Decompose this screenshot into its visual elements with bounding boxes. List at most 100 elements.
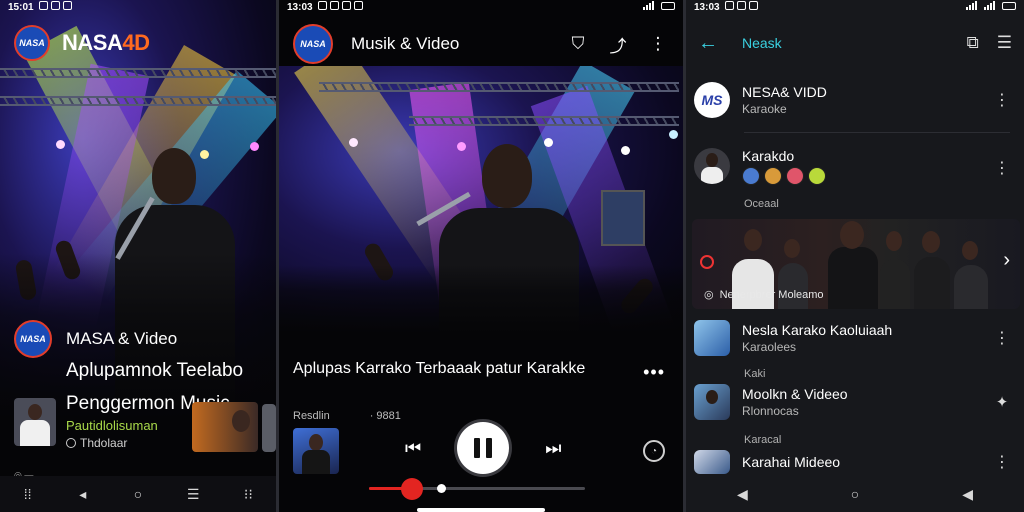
more-options-icon[interactable]: ••• <box>643 362 665 383</box>
item-thumbnail <box>694 384 730 420</box>
next-video-thumbnail[interactable] <box>192 402 258 452</box>
notification-icon <box>749 1 759 10</box>
more-icon[interactable]: ⋮ <box>643 29 673 59</box>
dots-icon[interactable]: ⁞⁞ <box>16 487 40 501</box>
heart-icon <box>786 167 804 185</box>
list-item[interactable]: Karahai Mideeo ⋮ <box>694 450 1010 474</box>
logo-text: NASA <box>19 38 45 48</box>
notification-icon <box>39 1 49 10</box>
download-icon[interactable]: ✦ <box>994 393 1010 411</box>
list-item[interactable]: MS NESA& VIDD Karaoke ⋮ <box>694 82 1010 118</box>
list-item[interactable]: Karakdo ⋮ <box>694 148 1010 185</box>
menu-icon[interactable]: ☰ <box>181 487 205 501</box>
notification-icon <box>737 1 747 10</box>
logo-text: NASA <box>300 39 326 49</box>
app-brand[interactable]: NASA NASA4D <box>14 25 150 61</box>
seek-bar[interactable] <box>369 478 585 500</box>
status-time: 13:03 <box>287 2 313 13</box>
channel-name: MASA & Video <box>66 329 178 348</box>
play-circle-icon: ◎ <box>704 289 714 301</box>
recent-icon[interactable]: ⁝⁝ <box>236 487 260 501</box>
home-indicator[interactable] <box>417 508 545 512</box>
search-query[interactable]: Neask <box>742 35 949 51</box>
player-screen: 13:03 NASA Musik & Video ⛉ ⤴ ⋮ Aplupas K… <box>279 0 683 512</box>
reaction-icons <box>742 167 994 185</box>
previous-icon[interactable]: ⏮ <box>405 438 421 459</box>
bookmark-icon[interactable]: ⛉ <box>563 29 593 59</box>
item-title: Karahai Mideeo <box>742 454 841 470</box>
notification-icon <box>342 1 352 10</box>
meta-text: Thdolaar <box>80 436 128 450</box>
battery-icon <box>661 2 675 10</box>
chevron-right-icon[interactable]: › <box>1003 249 1010 272</box>
search-header: ← Neask ⧉ ☰ <box>698 26 1012 60</box>
back-arrow-icon[interactable]: ← <box>698 32 718 55</box>
star-icon <box>808 167 826 185</box>
channel-avatar: MS <box>694 82 730 118</box>
item-thumbnail <box>694 320 730 356</box>
system-navbar: ⁞⁞ ◂ ○ ☰ ⁝⁝ <box>0 476 276 512</box>
search-screen: 13:03 ← Neask ⧉ ☰ MS NESA& VIDD Karaoke … <box>686 0 1024 512</box>
caption-text: Nenerpbrer Moleamo <box>719 288 824 301</box>
notification-icon <box>725 1 735 10</box>
item-subtitle: Karaolees <box>742 340 797 354</box>
earth-icon <box>742 167 760 185</box>
now-playing-thumbnail[interactable] <box>293 428 339 474</box>
playback-controls: ⏮ ⏭ <box>405 422 561 474</box>
section-label: Oceaal <box>744 198 779 210</box>
item-title: NESA& VIDD <box>742 84 827 100</box>
buffer-marker <box>437 484 447 493</box>
video-player[interactable] <box>279 66 683 350</box>
more-icon[interactable]: ⋮ <box>994 158 1010 178</box>
banner-caption: ◎ Nenerpbrer Moleamo <box>704 288 824 302</box>
brand-name: NASA4D <box>62 30 150 56</box>
back-icon[interactable]: ◂ <box>71 487 95 501</box>
next-icon[interactable]: ⏭ <box>545 438 561 459</box>
back-icon[interactable]: ◀ <box>730 487 754 501</box>
status-time: 13:03 <box>694 2 720 13</box>
list-item[interactable]: Nesla Karako Kaoluiaah Karaolees ⋮ <box>694 320 1010 356</box>
system-navbar: ◀ ○ ◀ <box>686 476 1024 512</box>
item-title: Nesla Karako Kaoluiaah <box>742 322 893 338</box>
meta-right: · 9881 <box>369 410 401 422</box>
video-title-line1[interactable]: Aplupamnok Teelabo <box>66 360 243 382</box>
status-time: 15:01 <box>8 2 34 13</box>
video-meta: Resdlin · 9881 <box>293 410 401 422</box>
app-header: NASA Musik & Video ⛉ ⤴ ⋮ <box>293 22 673 66</box>
meta-left: Resdlin <box>293 410 330 422</box>
record-icon <box>700 255 714 269</box>
cast-icon[interactable]: ◔ <box>643 440 665 462</box>
list-item[interactable]: Moolkn & Videeo Rlonnocas ✦ <box>694 384 1010 420</box>
header-title: Musik & Video <box>351 34 460 53</box>
more-icon[interactable]: ⋮ <box>994 328 1010 348</box>
library-icon[interactable]: ☰ <box>997 33 1012 53</box>
nasa-logo: NASA <box>14 25 50 61</box>
video-thumbnail[interactable] <box>14 398 56 446</box>
seek-handle[interactable] <box>401 478 424 500</box>
clock-icon <box>66 438 76 448</box>
notification-icon <box>51 1 61 10</box>
home-icon[interactable]: ○ <box>843 487 867 501</box>
pause-button[interactable] <box>457 422 510 474</box>
item-subtitle: Karaoke <box>742 102 787 116</box>
logo-text: NASA <box>20 334 46 344</box>
recent-icon[interactable]: ◀ <box>956 487 980 501</box>
home-icon[interactable]: ○ <box>126 487 150 501</box>
status-bar: 13:03 <box>279 0 683 14</box>
channel-row[interactable]: NASA MASA & Video <box>14 320 177 358</box>
brand-suffix: 4D <box>122 30 150 55</box>
more-icon[interactable]: ⋮ <box>994 452 1010 472</box>
status-bar: 13:03 <box>686 0 1024 14</box>
share-icon[interactable]: ⤴ <box>603 29 633 59</box>
video-title: Aplupas Karrako Terbaaak patur Karakke <box>293 360 586 377</box>
nasa-logo[interactable]: NASA <box>293 24 333 64</box>
featured-banner[interactable]: › ◎ Nenerpbrer Moleamo <box>692 219 1020 309</box>
item-subtitle: Rlonnocas <box>742 404 799 418</box>
item-title: Karakdo <box>742 148 795 164</box>
signal-icon <box>966 1 978 10</box>
puzzle-icon[interactable]: ⧉ <box>967 33 979 53</box>
notification-icon <box>330 1 340 10</box>
next-video-thumbnail-partial[interactable] <box>262 404 276 452</box>
more-icon[interactable]: ⋮ <box>994 90 1010 110</box>
channel-avatar: NASA <box>14 320 52 358</box>
